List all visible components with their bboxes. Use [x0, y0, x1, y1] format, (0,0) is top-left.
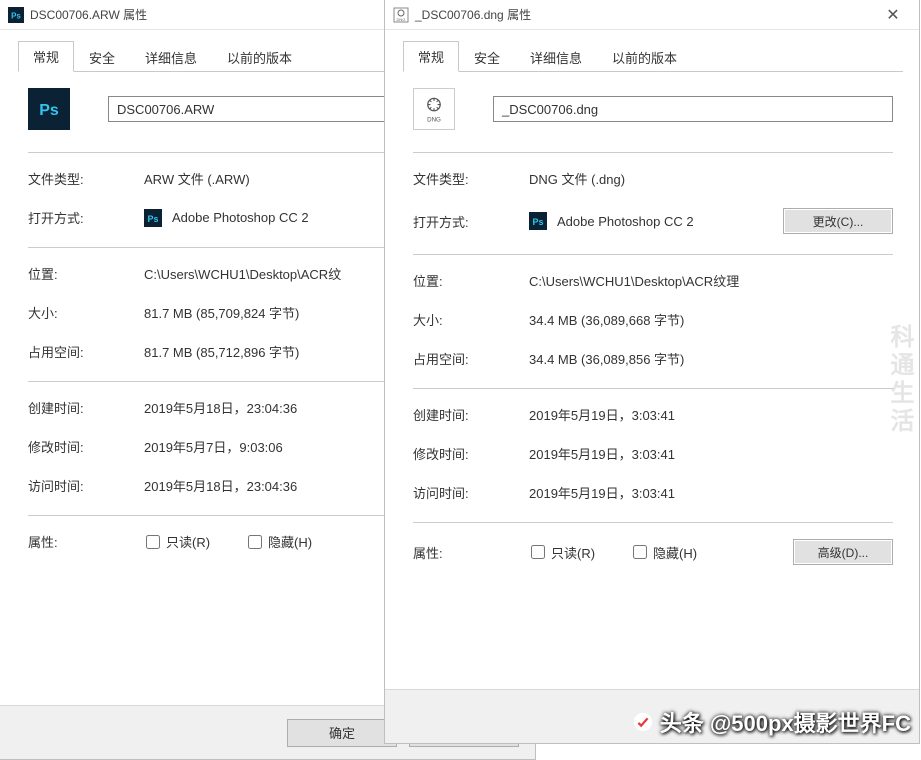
value-filetype: DNG 文件 (.dng): [529, 169, 893, 188]
ok-button[interactable]: 确定: [287, 719, 397, 747]
properties-window-dng: DNG _DSC00706.dng 属性 ✕ 常规 安全 详细信息 以前的版本 …: [384, 0, 920, 744]
tab-security[interactable]: 安全: [459, 42, 515, 72]
window-body: 常规 安全 详细信息 以前的版本 DNG _DSC00706.dng 文件类型:…: [385, 30, 919, 689]
label-size: 大小:: [413, 310, 529, 329]
file-icon: DNG: [413, 88, 455, 130]
value-modified: 2019年5月19日，3:03:41: [529, 444, 893, 463]
advanced-button[interactable]: 高级(D)...: [793, 539, 893, 565]
svg-text:Ps: Ps: [11, 11, 21, 20]
separator: [413, 522, 893, 523]
checkbox-hidden-input[interactable]: [633, 545, 647, 559]
tab-details[interactable]: 详细信息: [130, 42, 212, 72]
label-openwith: 打开方式:: [28, 208, 144, 227]
value-created: 2019年5月19日，3:03:41: [529, 405, 893, 424]
checkbox-readonly[interactable]: 只读(R): [146, 532, 210, 551]
separator: [413, 254, 893, 255]
titlebar[interactable]: DNG _DSC00706.dng 属性 ✕: [385, 0, 919, 30]
checkbox-hidden[interactable]: 隐藏(H): [248, 532, 312, 551]
label-size: 大小:: [28, 303, 144, 322]
label-modified: 修改时间:: [413, 444, 529, 463]
label-created: 创建时间:: [413, 405, 529, 424]
value-disk: 34.4 MB (36,089,856 字节): [529, 349, 893, 368]
svg-text:DNG: DNG: [427, 116, 441, 123]
label-accessed: 访问时间:: [413, 483, 529, 502]
label-openwith: 打开方式:: [413, 212, 529, 231]
tab-security[interactable]: 安全: [74, 42, 130, 72]
svg-text:DNG: DNG: [397, 17, 406, 22]
file-type-icon: DNG: [393, 7, 409, 23]
tab-general[interactable]: 常规: [403, 41, 459, 72]
label-filetype: 文件类型:: [28, 169, 144, 188]
photoshop-icon: Ps: [144, 209, 162, 227]
label-location: 位置:: [28, 264, 144, 283]
label-accessed: 访问时间:: [28, 476, 144, 495]
value-openwith: Ps Adobe Photoshop CC 2 更改(C)...: [529, 208, 893, 234]
change-button[interactable]: 更改(C)...: [783, 208, 893, 234]
value-location: C:\Users\WCHU1\Desktop\ACR纹理: [529, 271, 893, 290]
tab-details[interactable]: 详细信息: [515, 42, 597, 72]
checkbox-hidden[interactable]: 隐藏(H): [633, 543, 697, 562]
checkbox-readonly[interactable]: 只读(R): [531, 543, 595, 562]
checkbox-readonly-input[interactable]: [531, 545, 545, 559]
label-location: 位置:: [413, 271, 529, 290]
checkbox-hidden-input[interactable]: [248, 535, 262, 549]
dialog-footer: [385, 689, 919, 743]
photoshop-icon: Ps: [529, 212, 547, 230]
value-accessed: 2019年5月19日，3:03:41: [529, 483, 893, 502]
close-icon: ✕: [886, 5, 899, 25]
label-disk: 占用空间:: [413, 349, 529, 368]
tab-previous-versions[interactable]: 以前的版本: [597, 42, 692, 72]
label-attributes: 属性:: [28, 532, 108, 551]
label-filetype: 文件类型:: [413, 169, 529, 188]
label-created: 创建时间:: [28, 398, 144, 417]
tab-general[interactable]: 常规: [18, 41, 74, 72]
label-attributes: 属性:: [413, 543, 493, 562]
file-type-icon: Ps: [8, 7, 24, 23]
separator: [413, 388, 893, 389]
separator: [413, 152, 893, 153]
tabs: 常规 安全 详细信息 以前的版本: [403, 44, 903, 72]
checkbox-readonly-input[interactable]: [146, 535, 160, 549]
tab-content: DNG _DSC00706.dng 文件类型:DNG 文件 (.dng) 打开方…: [403, 72, 903, 679]
tab-previous-versions[interactable]: 以前的版本: [212, 42, 307, 72]
svg-text:Ps: Ps: [147, 214, 158, 224]
file-icon: Ps: [28, 88, 70, 130]
svg-text:Ps: Ps: [39, 102, 59, 119]
filename-input[interactable]: _DSC00706.dng: [493, 96, 893, 122]
label-disk: 占用空间:: [28, 342, 144, 361]
svg-text:Ps: Ps: [532, 217, 543, 227]
close-button[interactable]: ✕: [871, 1, 915, 29]
label-modified: 修改时间:: [28, 437, 144, 456]
window-title: _DSC00706.dng 属性: [415, 6, 531, 23]
value-size: 34.4 MB (36,089,668 字节): [529, 310, 893, 329]
window-title: DSC00706.ARW 属性: [30, 6, 147, 23]
